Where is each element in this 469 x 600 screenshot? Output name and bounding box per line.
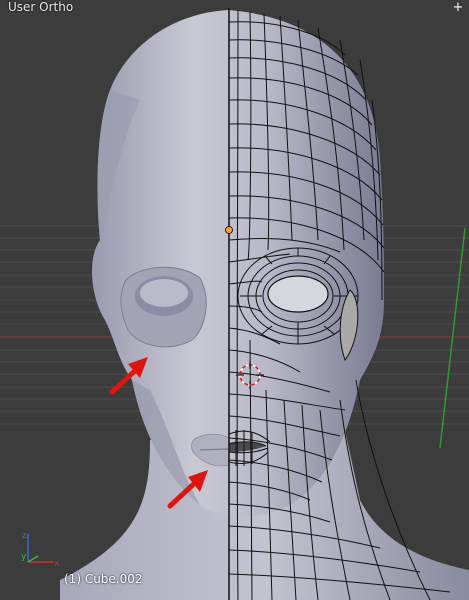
svg-text:y: y [21,552,27,562]
plus-icon[interactable]: + [451,1,465,15]
svg-text:z: z [22,531,27,541]
3d-viewport[interactable]: User Ortho + z y x (1) Cube.002 [0,0,469,600]
right-eye-hole [267,275,329,313]
active-object-label: (1) Cube.002 [64,572,143,586]
viewport-scene [0,8,469,600]
axis-gizmo-icon: z y x [21,531,60,569]
left-eye-inner [140,279,188,307]
origin-dot-icon[interactable] [225,226,233,234]
view-mode-label: User Ortho [8,0,74,14]
y-axis-line [439,227,466,449]
svg-text:x: x [54,559,60,569]
